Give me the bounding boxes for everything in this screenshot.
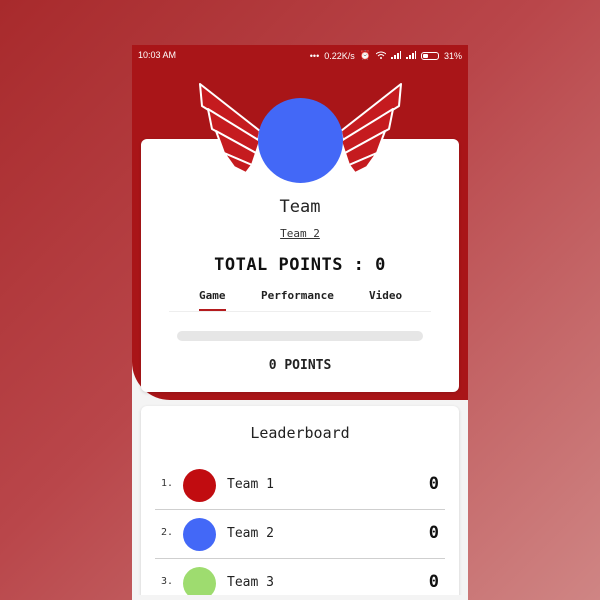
leaderboard-card: Leaderboard 1. Team 1 0 2. Team 2 0 3. T… [141, 406, 459, 600]
status-bar: 10:03 AM ••• 0.22K/s ⏰ 31% [132, 45, 468, 67]
row-rank: 2. [161, 527, 174, 538]
total-points: TOTAL POINTS : 0 [214, 255, 386, 275]
battery-icon [420, 51, 439, 60]
more-dots-icon: ••• [309, 50, 320, 61]
team-color-dot [183, 469, 216, 502]
team-title: Team [279, 197, 321, 217]
signal-icon-2 [405, 50, 416, 61]
row-team-name: Team 1 [227, 477, 274, 492]
team-subtitle-link[interactable]: Team 2 [141, 227, 459, 240]
left-wing [199, 83, 261, 174]
row-rank: 3. [161, 576, 174, 587]
row-score: 0 [428, 523, 439, 543]
row-score: 0 [428, 474, 439, 494]
row-team-name: Team 3 [227, 575, 274, 590]
row-score: 0 [428, 572, 439, 592]
tab-bar: Game Performance Video [169, 279, 431, 312]
tab-game[interactable]: Game [199, 289, 226, 302]
row-rank: 1. [161, 478, 174, 489]
alarm-icon: ⏰ [359, 50, 371, 60]
points-progress-bar [177, 331, 423, 341]
bottom-strip [132, 595, 468, 600]
status-time: 10:03 AM [138, 50, 177, 60]
leaderboard-title: Leaderboard [250, 424, 350, 442]
network-speed: 0.22K/s [324, 50, 355, 61]
phone-screen: 10:03 AM ••• 0.22K/s ⏰ 31% Team Team 2 T… [132, 45, 468, 600]
status-icons: ••• 0.22K/s ⏰ 31% [310, 50, 462, 61]
tab-performance[interactable]: Performance [261, 289, 334, 302]
wifi-icon [375, 51, 387, 61]
active-tab-indicator [199, 309, 226, 311]
right-wing [340, 83, 402, 174]
leaderboard-row[interactable]: 3. Team 3 0 [155, 559, 445, 600]
tab-video[interactable]: Video [369, 289, 402, 302]
signal-icon [390, 50, 401, 61]
team-color-dot [183, 518, 216, 551]
leaderboard-row[interactable]: 1. Team 1 0 [155, 461, 445, 510]
leaderboard-row[interactable]: 2. Team 2 0 [155, 510, 445, 559]
row-team-name: Team 2 [227, 526, 274, 541]
battery-percent: 31% [443, 50, 462, 61]
team-avatar [258, 98, 343, 183]
points-label: 0 POINTS [268, 358, 332, 373]
